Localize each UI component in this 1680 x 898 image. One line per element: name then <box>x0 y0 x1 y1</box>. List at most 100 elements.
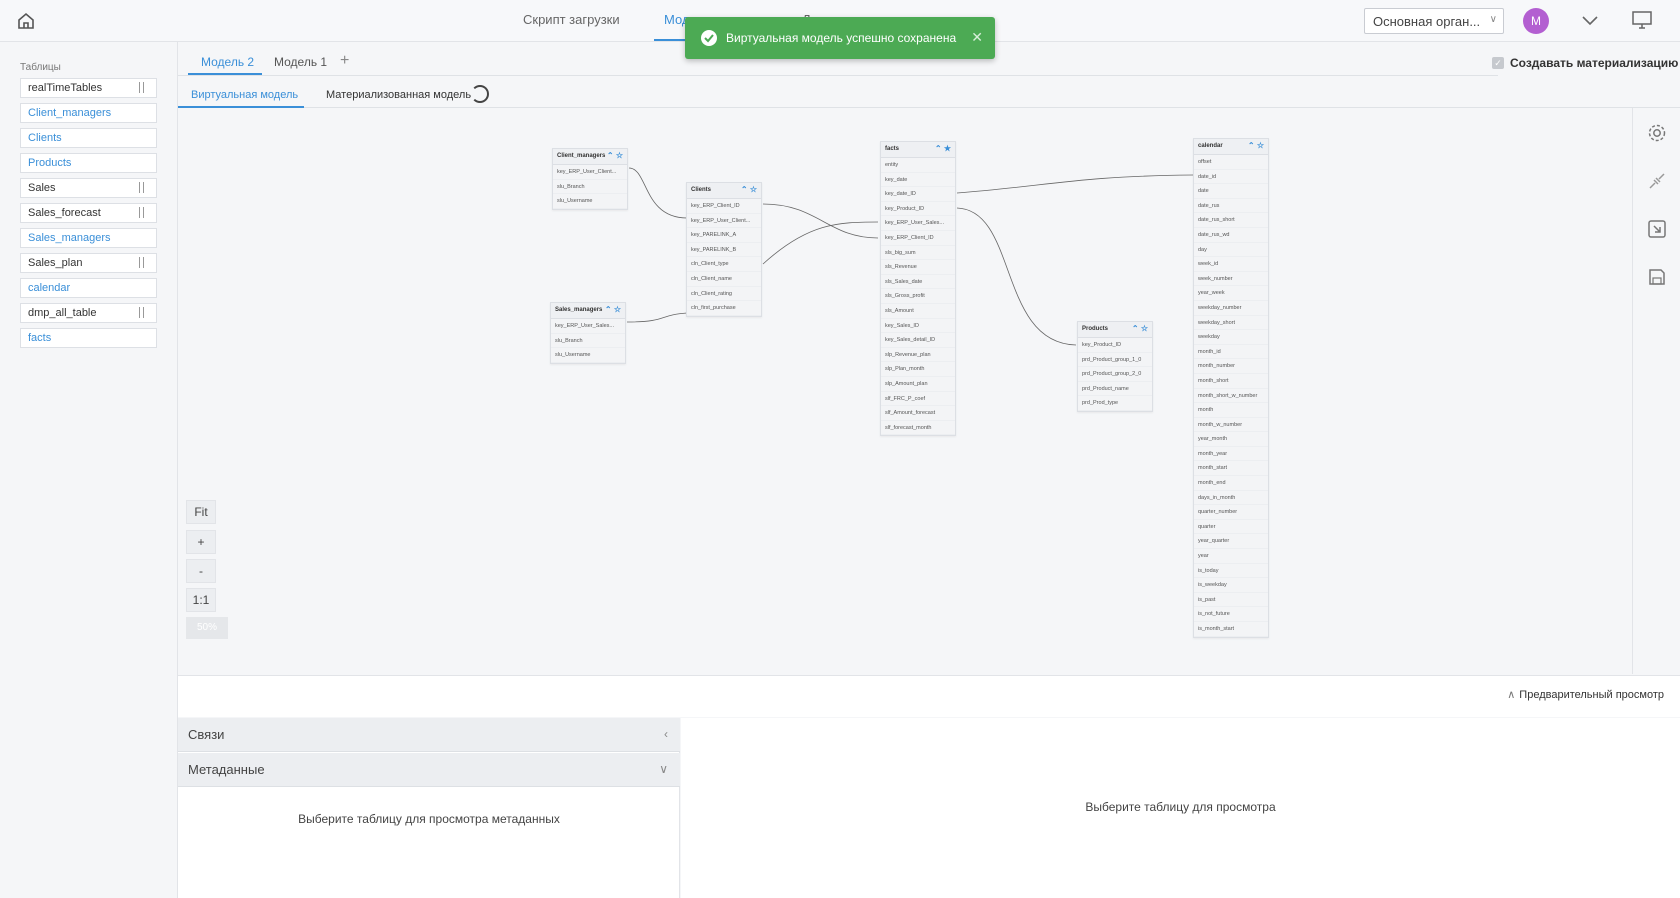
table-field[interactable]: slf_forecast_month <box>881 420 955 436</box>
gear-icon[interactable] <box>1646 122 1668 144</box>
table-field[interactable]: key_Product_ID <box>881 201 955 217</box>
sidebar-item-client-managers[interactable]: Client_managers <box>20 103 157 123</box>
table-field[interactable]: key_ERP_User_Client... <box>687 213 761 229</box>
star-icon[interactable]: ⌃ ☆ <box>607 151 623 160</box>
table-field[interactable]: date_rus_short <box>1194 213 1268 228</box>
tab-model-2[interactable]: Модель 2 <box>201 55 254 69</box>
table-node-header[interactable]: Clients ⌃ ☆ <box>687 183 761 199</box>
sidebar-item-realtimetables[interactable]: realTimeTables <box>20 78 157 98</box>
table-field[interactable]: date_rus <box>1194 198 1268 214</box>
table-field[interactable]: month_end <box>1194 476 1268 491</box>
sidebar-item-sales-managers[interactable]: Sales_managers <box>20 228 157 248</box>
table-field[interactable]: key_ERP_Client_ID <box>687 199 761 214</box>
table-node-header[interactable]: Products ⌃ ☆ <box>1078 322 1152 338</box>
table-field[interactable]: key_Product_ID <box>1078 338 1152 353</box>
star-icon[interactable]: ⌃ ☆ <box>741 185 757 194</box>
tab-materialized-model[interactable]: Материализованная модель <box>326 89 471 101</box>
table-field[interactable]: slu_Username <box>551 348 625 363</box>
table-field[interactable]: year_month <box>1194 432 1268 447</box>
table-field[interactable]: month_short_w_number <box>1194 388 1268 404</box>
table-field[interactable]: date_rus_wd <box>1194 227 1268 243</box>
sidebar-item-sales-plan[interactable]: Sales_plan <box>20 253 157 273</box>
table-field[interactable]: key_ERP_User_Client... <box>553 165 627 180</box>
tab-virtual-model[interactable]: Виртуальная модель <box>191 89 298 101</box>
table-field[interactable]: key_ERP_User_Sales... <box>881 216 955 231</box>
zoom-out-button[interactable]: - <box>186 559 216 583</box>
table-field[interactable]: prd_Product_group_1_0 <box>1078 352 1152 368</box>
table-field[interactable]: offset <box>1194 155 1268 170</box>
table-field[interactable]: day <box>1194 242 1268 258</box>
star-icon[interactable]: ⌃ ★ <box>935 144 951 153</box>
drag-handle-icon[interactable] <box>139 207 144 218</box>
drag-handle-icon[interactable] <box>139 182 144 193</box>
table-field[interactable]: weekday_number <box>1194 300 1268 316</box>
table-field[interactable]: month_number <box>1194 359 1268 374</box>
table-node-header[interactable]: facts ⌃ ★ <box>881 142 955 158</box>
table-field[interactable]: quarter_number <box>1194 505 1268 520</box>
table-field[interactable]: date <box>1194 184 1268 199</box>
table-field[interactable]: slu_Branch <box>551 333 625 349</box>
materialize-checkbox[interactable]: ✓ <box>1492 57 1504 69</box>
table-field[interactable]: key_date <box>881 172 955 188</box>
table-node-client-managers[interactable]: Client_managers ⌃ ☆ key_ERP_User_Client...… <box>552 148 628 210</box>
table-field[interactable]: week_number <box>1194 271 1268 287</box>
save-icon[interactable] <box>1646 266 1668 288</box>
close-icon[interactable]: ✕ <box>971 29 983 46</box>
table-field[interactable]: is_not_future <box>1194 607 1268 622</box>
import-icon[interactable] <box>1646 218 1668 240</box>
table-node-header[interactable]: Sales_managers ⌃ ☆ <box>551 303 625 319</box>
table-node-sales-managers[interactable]: Sales_managers ⌃ ☆ key_ERP_User_Sales... sl… <box>550 302 626 364</box>
drag-handle-icon[interactable] <box>139 82 144 93</box>
table-field[interactable]: prd_Product_name <box>1078 381 1152 397</box>
sidebar-item-sales[interactable]: Sales <box>20 178 157 198</box>
table-field[interactable]: sls_Amount <box>881 303 955 319</box>
sidebar-item-calendar[interactable]: calendar <box>20 278 157 298</box>
table-field[interactable]: weekday <box>1194 330 1268 345</box>
table-field[interactable]: year_quarter <box>1194 534 1268 550</box>
zoom-fit-button[interactable]: Fit <box>186 500 216 524</box>
drag-handle-icon[interactable] <box>139 307 144 318</box>
preview-toggle[interactable]: ∧ Предварительный просмотр <box>1507 688 1664 701</box>
table-field[interactable]: sls_Gross_profit <box>881 289 955 304</box>
metadata-accordion[interactable]: Метаданные ∨ <box>178 753 680 787</box>
link-plug-icon[interactable] <box>1646 170 1668 192</box>
drag-handle-icon[interactable] <box>139 257 144 268</box>
table-field[interactable]: date_id <box>1194 169 1268 185</box>
table-field[interactable]: year_week <box>1194 286 1268 301</box>
star-icon[interactable]: ⌃ ☆ <box>1248 141 1264 150</box>
table-field[interactable]: key_ERP_User_Sales... <box>551 319 625 334</box>
table-field[interactable]: sls_big_sum <box>881 245 955 261</box>
sidebar-item-facts[interactable]: facts <box>20 328 157 348</box>
table-node-products[interactable]: Products ⌃ ☆ key_Product_ID prd_Product_gro… <box>1077 321 1153 412</box>
table-field[interactable]: key_PARELINK_A <box>687 228 761 243</box>
table-field[interactable]: is_weekday <box>1194 578 1268 593</box>
star-icon[interactable]: ⌃ ☆ <box>1132 324 1148 333</box>
table-field[interactable]: month_w_number <box>1194 417 1268 433</box>
zoom-in-button[interactable]: + <box>186 530 216 554</box>
avatar[interactable]: M <box>1523 8 1549 34</box>
table-field[interactable]: slf_Amount_forecast <box>881 406 955 421</box>
table-field[interactable]: slp_Revenue_plan <box>881 347 955 363</box>
sidebar-item-sales-forecast[interactable]: Sales_forecast <box>20 203 157 223</box>
monitor-icon[interactable] <box>1632 11 1652 34</box>
table-field[interactable]: key_date_ID <box>881 187 955 202</box>
table-field[interactable]: cln_Client_rating <box>687 286 761 302</box>
tab-model-1[interactable]: Модель 1 <box>274 55 327 69</box>
table-field[interactable]: key_PARELINK_B <box>687 242 761 258</box>
table-field[interactable]: cln_first_purchase <box>687 301 761 316</box>
sidebar-item-dmp-all-table[interactable]: dmp_all_table <box>20 303 157 323</box>
zoom-reset-button[interactable]: 1:1 <box>186 588 216 612</box>
table-field[interactable]: month_year <box>1194 446 1268 462</box>
table-field[interactable]: month_id <box>1194 344 1268 360</box>
table-field[interactable]: month_short <box>1194 373 1268 389</box>
sidebar-item-products[interactable]: Products <box>20 153 157 173</box>
table-field[interactable]: cln_Client_type <box>687 257 761 272</box>
table-field[interactable]: slu_Username <box>553 194 627 209</box>
add-model-icon[interactable]: + <box>340 52 349 70</box>
expand-chevron-icon[interactable] <box>1581 11 1599 34</box>
table-field[interactable]: cln_Client_name <box>687 271 761 287</box>
table-field[interactable]: sls_Revenue <box>881 260 955 275</box>
table-field[interactable]: days_in_month <box>1194 490 1268 506</box>
table-field[interactable]: entity <box>881 158 955 173</box>
tab-load-script[interactable]: Скрипт загрузки <box>523 12 620 27</box>
